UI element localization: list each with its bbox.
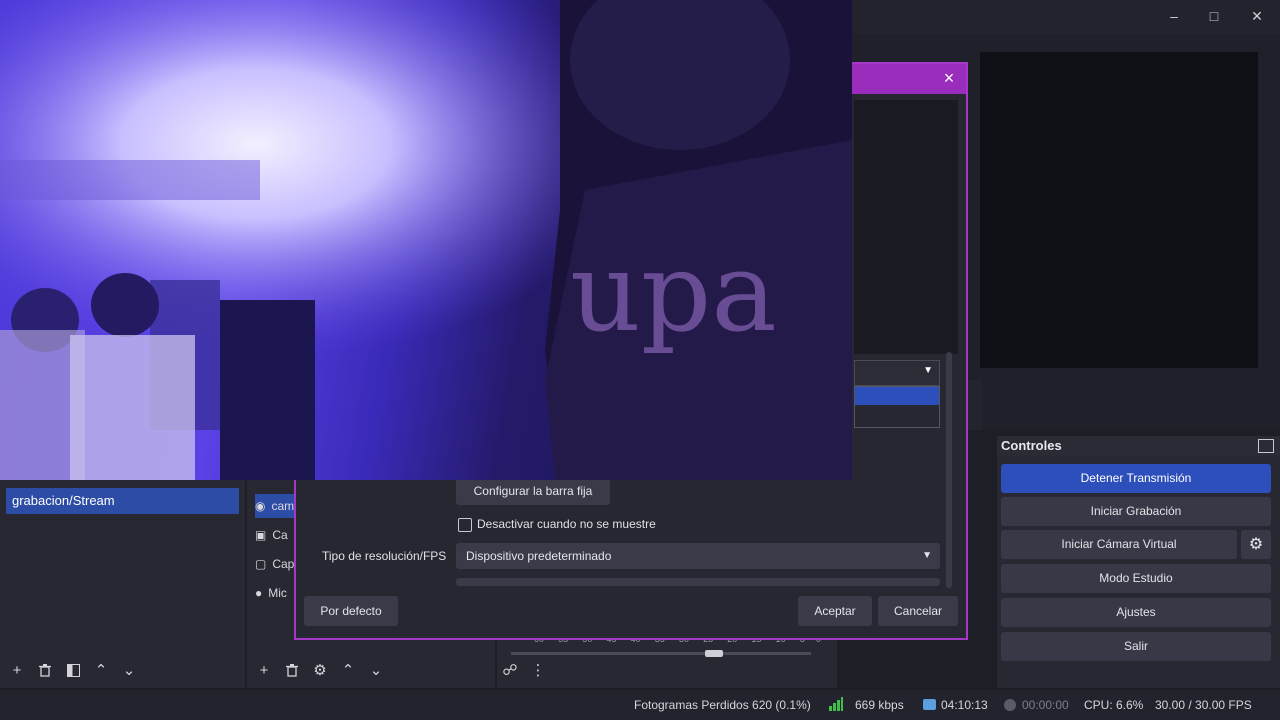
bitrate: 669 kbps — [855, 698, 904, 712]
exit-button[interactable]: Salir — [1001, 632, 1271, 661]
configure-bar-button[interactable]: Configurar la barra fija — [456, 477, 610, 505]
settings-button[interactable]: Ajustes — [1001, 598, 1271, 627]
start-virtual-camera-button[interactable]: Iniciar Cámara Virtual — [1001, 530, 1237, 559]
window-icon: ▢ — [255, 557, 267, 571]
chevron-down-icon: ▼ — [923, 365, 933, 376]
next-field[interactable] — [456, 578, 940, 586]
add-source-button[interactable]: + — [253, 659, 275, 681]
svg-text:upa: upa — [570, 228, 777, 356]
move-up-icon[interactable]: ⌃ — [90, 659, 112, 681]
more-options-icon[interactable]: ⋮ — [527, 659, 549, 681]
cancel-button[interactable]: Cancelar — [878, 596, 958, 626]
undock-icon[interactable] — [1258, 439, 1274, 453]
defaults-button[interactable]: Por defecto — [304, 596, 398, 626]
minimize-icon[interactable]: – — [1160, 6, 1188, 26]
dialog-preview — [854, 100, 958, 354]
close-icon[interactable]: ✕ — [1243, 6, 1271, 26]
source-label: cam — [271, 499, 295, 513]
accept-button[interactable]: Aceptar — [798, 596, 872, 626]
move-down-icon[interactable]: ⌄ — [118, 659, 140, 681]
add-scene-button[interactable]: + — [6, 659, 28, 681]
program-preview — [980, 52, 1258, 368]
scene-item[interactable]: grabacion/Stream — [6, 488, 239, 514]
stream-icon — [923, 699, 936, 713]
status-bar: Fotogramas Perdidos 620 (0.1%) 669 kbps … — [0, 690, 1280, 720]
cpu-usage: CPU: 6.6% — [1084, 698, 1144, 712]
device-list[interactable] — [854, 386, 940, 428]
close-icon[interactable]: × — [938, 67, 960, 89]
scene-filters-button[interactable] — [62, 659, 84, 681]
source-label: Ca — [272, 528, 288, 542]
source-label: Cap — [272, 557, 295, 571]
scenes-dock: grabacion/Stream + ⌃ ⌄ — [0, 480, 245, 688]
device-select[interactable]: ▼ — [854, 360, 940, 386]
controls-dock: Controles Detener Transmisión Iniciar Gr… — [997, 436, 1280, 688]
controls-header: Controles — [997, 436, 1280, 456]
remove-scene-button[interactable] — [34, 659, 56, 681]
controls-title: Controles — [1001, 438, 1062, 453]
chevron-down-icon: ▼ — [922, 550, 932, 561]
microphone-icon: ● — [255, 586, 263, 600]
display-icon: ▣ — [255, 528, 267, 542]
move-down-icon[interactable]: ⌄ — [365, 659, 387, 681]
scrollbar[interactable] — [946, 352, 952, 588]
list-item[interactable] — [855, 387, 939, 405]
source-label: Mic — [268, 586, 287, 600]
sources-footer: + ⚙ ⌃ ⌄ — [247, 652, 495, 688]
studio-mode-button[interactable]: Modo Estudio — [1001, 564, 1271, 593]
resolution-value: Dispositivo predeterminado — [466, 549, 612, 563]
source-item[interactable]: ▣ Ca — [255, 523, 288, 547]
move-up-icon[interactable]: ⌃ — [337, 659, 359, 681]
start-recording-button[interactable]: Iniciar Grabación — [1001, 497, 1271, 526]
signal-icon — [829, 697, 843, 714]
resolution-label: Tipo de resolución/FPS — [322, 549, 447, 563]
resolution-select[interactable]: Dispositivo predeterminado ▼ — [456, 543, 940, 569]
stream-time: 04:10:13 — [941, 698, 988, 712]
stop-stream-button[interactable]: Detener Transmisión — [1001, 464, 1271, 493]
deactivate-checkbox[interactable] — [458, 518, 472, 532]
record-time: 00:00:00 — [1022, 698, 1069, 712]
maximize-icon[interactable]: □ — [1200, 6, 1228, 26]
webcam-preview: upa — [0, 0, 852, 480]
fps: 30.00 / 30.00 FPS — [1155, 698, 1252, 712]
dropped-frames: Fotogramas Perdidos 620 (0.1%) — [634, 698, 811, 712]
camera-icon: ◉ — [255, 499, 266, 513]
scenes-footer: + ⌃ ⌄ — [0, 652, 245, 688]
record-icon — [1004, 699, 1016, 714]
remove-source-button[interactable] — [281, 659, 303, 681]
link-icon[interactable]: ☍ — [499, 659, 521, 681]
deactivate-checkbox-label: Desactivar cuando no se muestre — [477, 517, 656, 531]
webcam-image: upa — [0, 0, 852, 480]
source-item[interactable]: ● Mic — [255, 581, 287, 605]
mixer-footer: ☍ ⋮ — [497, 652, 837, 688]
source-properties-icon[interactable]: ⚙ — [309, 659, 331, 681]
source-item[interactable]: ▢ Cap — [255, 552, 294, 576]
source-item[interactable]: ◉ cam — [255, 494, 295, 518]
gear-icon[interactable]: ⚙ — [1241, 530, 1271, 559]
